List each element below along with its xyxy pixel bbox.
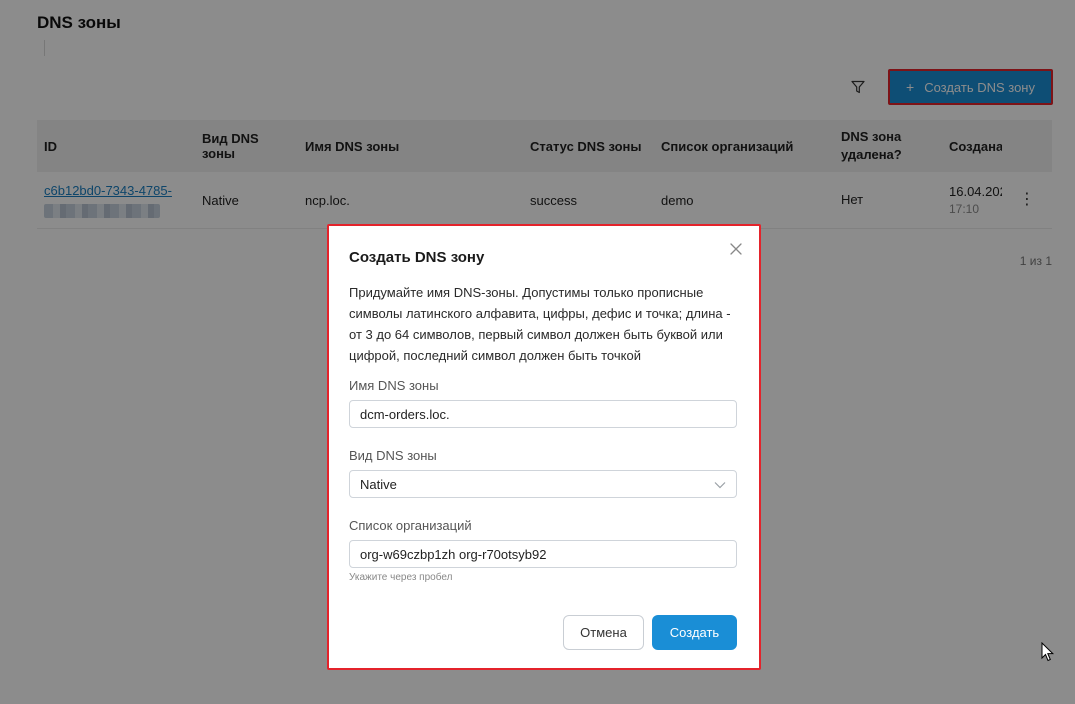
zone-name-label: Имя DNS зоны xyxy=(349,378,439,393)
orgs-input[interactable] xyxy=(349,540,737,568)
orgs-label: Список организаций xyxy=(349,518,472,533)
dialog-title: Создать DNS зону xyxy=(349,249,485,266)
dialog-actions: Отмена Создать xyxy=(563,615,737,650)
create-button[interactable]: Создать xyxy=(652,615,737,650)
mouse-cursor-icon xyxy=(1041,641,1055,667)
cancel-button[interactable]: Отмена xyxy=(563,615,644,650)
zone-type-select[interactable]: Native xyxy=(349,470,737,498)
chevron-down-icon xyxy=(713,478,727,495)
create-dns-zone-dialog: Создать DNS зону Придумайте имя DNS-зоны… xyxy=(327,224,761,670)
zone-name-input[interactable] xyxy=(349,400,737,428)
zone-type-value: Native xyxy=(360,476,397,492)
close-icon[interactable] xyxy=(727,240,745,258)
orgs-hint: Укажите через пробел xyxy=(349,572,453,583)
zone-type-label: Вид DNS зоны xyxy=(349,448,437,463)
dialog-description: Придумайте имя DNS-зоны. Допустимы тольк… xyxy=(349,285,731,363)
